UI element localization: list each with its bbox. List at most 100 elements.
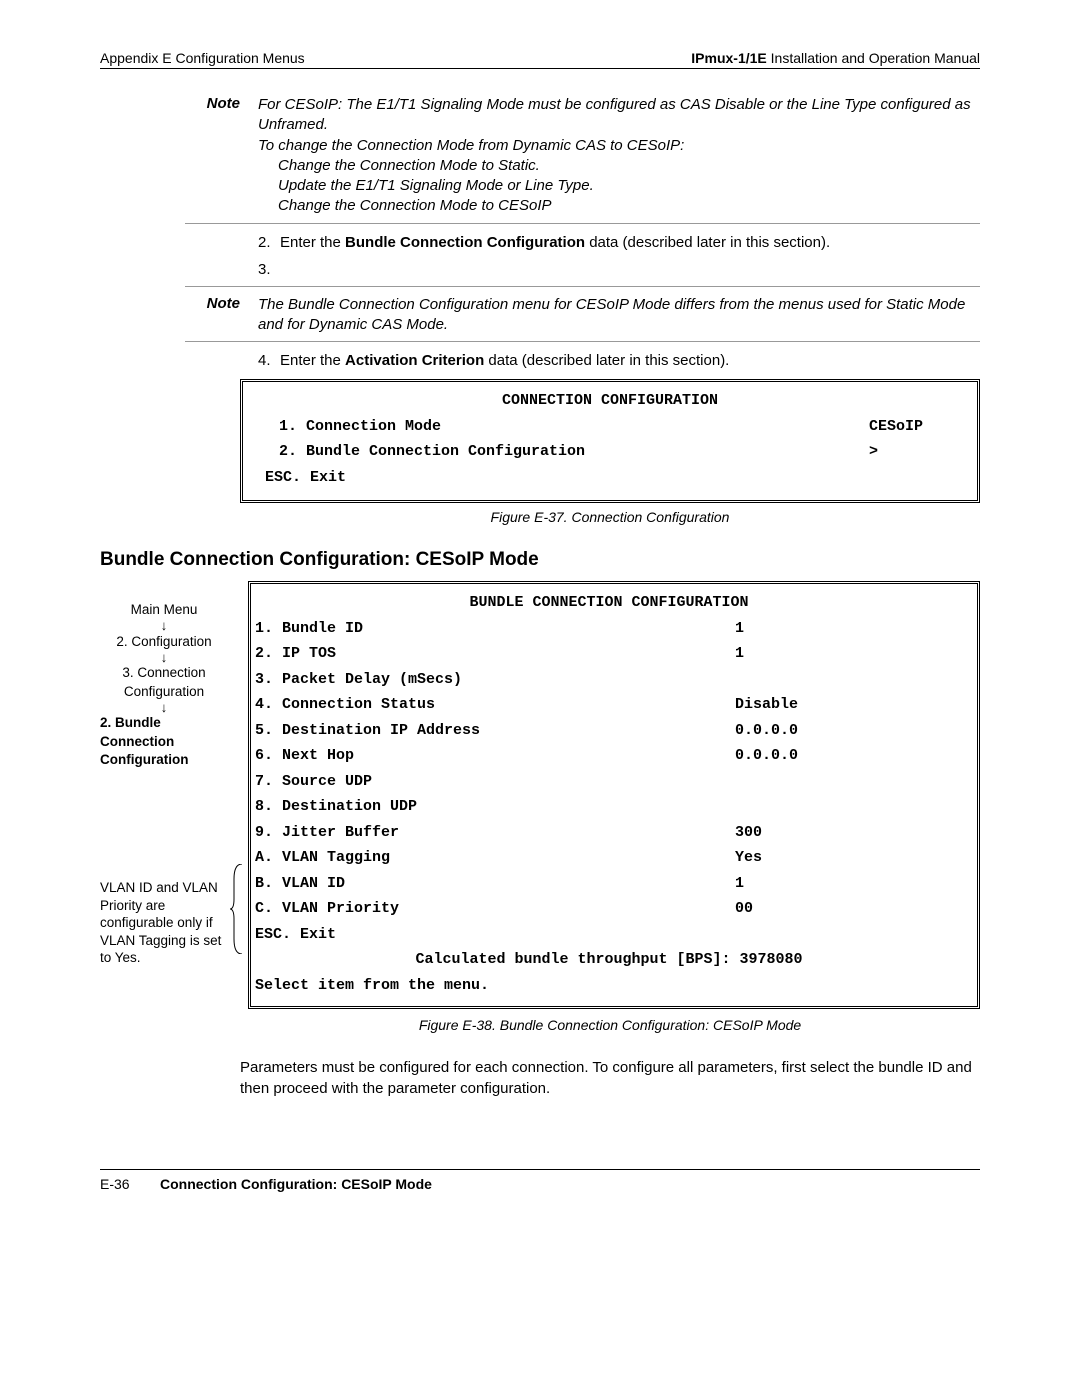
terminal-connection-config: CONNECTION CONFIGURATION 1. Connection M…	[240, 379, 980, 503]
terminal-row: 1. Connection Mode CESoIP	[261, 414, 959, 440]
terminal-row-label: 4. Connection Status	[253, 692, 735, 718]
down-arrow-icon: ↓	[100, 619, 228, 633]
terminal-row-value: 1	[735, 641, 965, 667]
terminal-row-value	[735, 667, 965, 693]
step4-bold: Activation Criterion	[345, 352, 484, 369]
step2-bold: Bundle Connection Configuration	[345, 234, 585, 251]
terminal-title: CONNECTION CONFIGURATION	[261, 388, 959, 414]
terminal-row: A. VLAN TaggingYes	[253, 845, 965, 871]
nav-breadcrumb-column: Main Menu ↓ 2. Configuration ↓ 3. Connec…	[100, 581, 234, 967]
terminal-row-label: 2. IP TOS	[253, 641, 735, 667]
figure-caption-37: Figure E-37. Connection Configuration	[240, 509, 980, 525]
vlan-side-note: VLAN ID and VLAN Priority are configurab…	[100, 879, 228, 967]
terminal-row-value: 00	[735, 896, 965, 922]
terminal-row-label: 1. Bundle ID	[253, 616, 735, 642]
terminal-row: 8. Destination UDP	[253, 794, 965, 820]
note-body: For CESoIP: The E1/T1 Signaling Mode mus…	[258, 95, 980, 217]
terminal-row-value: 1	[735, 871, 965, 897]
terminal-row-label: A. VLAN Tagging	[253, 845, 735, 871]
step-4: 4. Enter the Activation Criterion data (…	[258, 350, 980, 371]
footer-section-title: Connection Configuration: CESoIP Mode	[160, 1176, 432, 1192]
terminal-row-label: 5. Destination IP Address	[253, 718, 735, 744]
step-number: 3.	[258, 259, 280, 280]
terminal-row: 6. Next Hop0.0.0.0	[253, 743, 965, 769]
header-left: Appendix E Configuration Menus	[100, 50, 305, 66]
terminal-row: C. VLAN Priority00	[253, 896, 965, 922]
nav-bundle-c: Configuration	[100, 751, 228, 769]
curly-brace-icon	[230, 864, 244, 954]
nav-main-menu: Main Menu	[100, 601, 228, 619]
header-right: IPmux-1/1E Installation and Operation Ma…	[691, 50, 980, 66]
nav-bundle-b: Connection	[100, 733, 228, 751]
terminal-bundle-config: BUNDLE CONNECTION CONFIGURATION 1. Bundl…	[248, 581, 980, 1009]
terminal-row-label: C. VLAN Priority	[253, 896, 735, 922]
terminal-esc: ESC. Exit	[253, 922, 965, 948]
step-text: Enter the Activation Criterion data (des…	[280, 350, 980, 371]
page-footer: E-36 Connection Configuration: CESoIP Mo…	[100, 1169, 980, 1192]
step-3: 3.	[258, 259, 980, 280]
terminal-row: 3. Packet Delay (mSecs)	[253, 667, 965, 693]
down-arrow-icon: ↓	[100, 701, 228, 715]
terminal-row-value	[735, 769, 965, 795]
note-body: The Bundle Connection Configuration menu…	[258, 295, 980, 336]
terminal-row-value: Disable	[735, 692, 965, 718]
note1-line2: To change the Connection Mode from Dynam…	[258, 137, 684, 154]
step-number: 4.	[258, 350, 280, 371]
note1-indent1: Change the Connection Mode to Static.	[258, 156, 980, 176]
terminal-row-value: 300	[735, 820, 965, 846]
terminal-row-label: B. VLAN ID	[253, 871, 735, 897]
terminal-row-value: 0.0.0.0	[735, 743, 965, 769]
step2-post: data (described later in this section).	[585, 234, 830, 251]
note1-line1: For CESoIP: The E1/T1 Signaling Mode mus…	[258, 96, 971, 133]
step-list: 2. Enter the Bundle Connection Configura…	[258, 232, 980, 280]
step-list-cont: 4. Enter the Activation Criterion data (…	[258, 350, 980, 371]
body-paragraph: Parameters must be configured for each c…	[240, 1057, 980, 1099]
bundle-config-layout: Main Menu ↓ 2. Configuration ↓ 3. Connec…	[100, 581, 980, 1009]
nav-connection-b: Configuration	[100, 683, 228, 701]
note-label: Note	[185, 295, 258, 312]
terminal-row-value: Yes	[735, 845, 965, 871]
note1-indent3: Change the Connection Mode to CESoIP	[258, 196, 980, 216]
terminal-row-label: 9. Jitter Buffer	[253, 820, 735, 846]
terminal-row: 2. Bundle Connection Configuration >	[261, 439, 959, 465]
figure-caption-38: Figure E-38. Bundle Connection Configura…	[240, 1017, 980, 1033]
page-header: Appendix E Configuration Menus IPmux-1/1…	[100, 50, 980, 69]
terminal-row-label: 7. Source UDP	[253, 769, 735, 795]
step2-pre: Enter the	[280, 234, 345, 251]
terminal-row-value: >	[847, 439, 959, 465]
terminal-row-label: 2. Bundle Connection Configuration	[261, 439, 847, 465]
footer-page-number: E-36	[100, 1176, 160, 1192]
step-number: 2.	[258, 232, 280, 253]
section-heading: Bundle Connection Configuration: CESoIP …	[100, 549, 980, 571]
terminal-throughput: Calculated bundle throughput [BPS]: 3978…	[253, 947, 965, 973]
terminal-row-value	[735, 794, 965, 820]
terminal-select-prompt: Select item from the menu.	[253, 973, 965, 999]
nav-bundle-a: 2. Bundle	[100, 714, 228, 732]
terminal-row: 1. Bundle ID1	[253, 616, 965, 642]
terminal-row: 2. IP TOS1	[253, 641, 965, 667]
terminal-row: 7. Source UDP	[253, 769, 965, 795]
step-text: Enter the Bundle Connection Configuratio…	[280, 232, 980, 253]
step-text-empty	[280, 259, 980, 280]
terminal-title: BUNDLE CONNECTION CONFIGURATION	[253, 590, 965, 616]
down-arrow-icon: ↓	[100, 651, 228, 665]
terminal-row-value: CESoIP	[869, 414, 959, 440]
note-label: Note	[185, 95, 258, 112]
step-2: 2. Enter the Bundle Connection Configura…	[258, 232, 980, 253]
terminal-row: 4. Connection StatusDisable	[253, 692, 965, 718]
header-suffix: Installation and Operation Manual	[767, 50, 980, 66]
terminal-row: 9. Jitter Buffer300	[253, 820, 965, 846]
step4-post: data (described later in this section).	[484, 352, 729, 369]
terminal-row-value: 0.0.0.0	[735, 718, 965, 744]
terminal-row-value: 1	[735, 616, 965, 642]
terminal-row: B. VLAN ID1	[253, 871, 965, 897]
terminal-row-label: 8. Destination UDP	[253, 794, 735, 820]
step4-pre: Enter the	[280, 352, 345, 369]
nav-connection-a: 3. Connection	[100, 664, 228, 682]
terminal-row-label: 1. Connection Mode	[261, 414, 869, 440]
terminal-row-label: 6. Next Hop	[253, 743, 735, 769]
note1-indent2: Update the E1/T1 Signaling Mode or Line …	[258, 176, 980, 196]
note-block-2: Note The Bundle Connection Configuration…	[185, 286, 980, 343]
terminal-row: 5. Destination IP Address0.0.0.0	[253, 718, 965, 744]
nav-configuration: 2. Configuration	[100, 633, 228, 651]
